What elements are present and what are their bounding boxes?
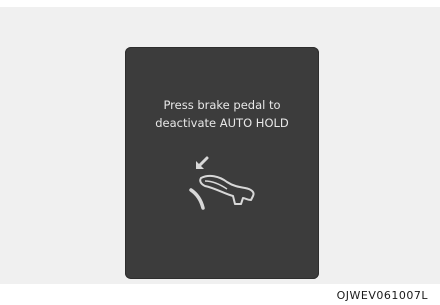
auto-hold-message: Press brake pedal to deactivate AUTO HOL… [125,96,319,132]
cluster-display-panel: Press brake pedal to deactivate AUTO HOL… [125,47,319,279]
illustration-frame: Press brake pedal to deactivate AUTO HOL… [0,7,440,284]
message-line-1: Press brake pedal to [163,98,281,112]
message-line-2: deactivate AUTO HOLD [155,116,289,130]
figure-code: OJWEV061007L [336,289,428,302]
shoe-icon [199,174,255,205]
brake-pedal-icon [189,188,205,210]
foot-pressing-brake-pedal-icon [183,154,263,214]
press-arrow-icon [197,156,209,168]
